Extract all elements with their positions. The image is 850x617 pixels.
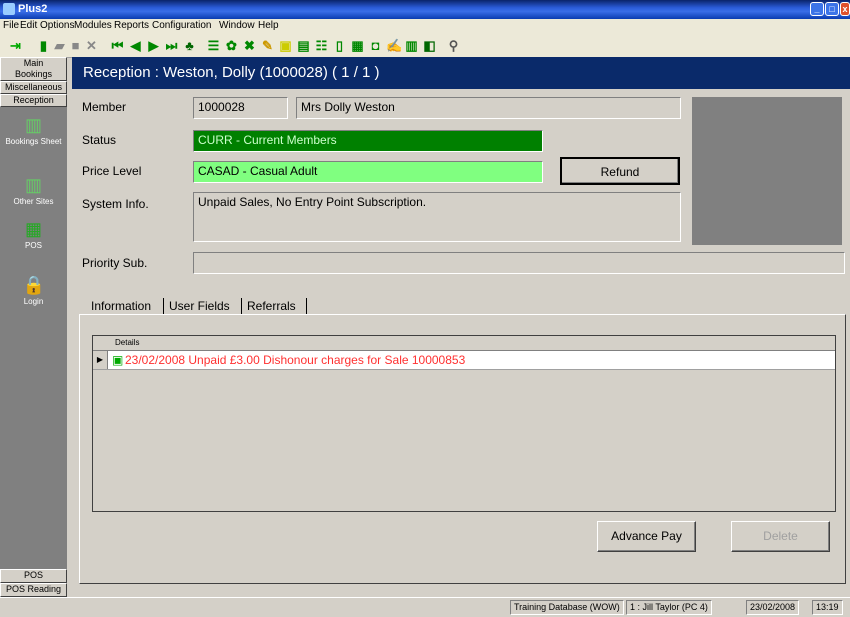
priority-sub-field[interactable]: [193, 252, 845, 274]
member-photo: [692, 97, 842, 245]
nav-reception[interactable]: Reception: [0, 94, 67, 107]
refund-button[interactable]: Refund: [560, 157, 680, 185]
nav-bookings-sheet[interactable]: ▥ Bookings Sheet: [0, 115, 67, 146]
nav-other-sites-label: Other Sites: [13, 197, 54, 206]
status-time: 13:19: [812, 600, 843, 615]
nav-bookings-sheet-label: Bookings Sheet: [5, 137, 62, 146]
menu-reports[interactable]: Reports: [114, 20, 149, 31]
members-icon[interactable]: ☰: [206, 38, 221, 53]
minimize-button[interactable]: _: [810, 2, 824, 16]
tab-separator: [163, 298, 164, 314]
table-row[interactable]: ▶ ▣ 23/02/2008 Unpaid £3.00 Dishonour ch…: [93, 351, 835, 370]
nav-main-bookings[interactable]: Main Bookings: [0, 57, 67, 81]
next-record-icon[interactable]: ▶: [146, 38, 161, 53]
maximize-button[interactable]: □: [825, 2, 839, 16]
member-name-field[interactable]: Mrs Dolly Weston: [296, 97, 681, 119]
link-icon[interactable]: ⚲: [446, 38, 461, 53]
card-icon[interactable]: ◘: [368, 38, 383, 53]
sale-icon: ▣: [112, 353, 124, 367]
row-details: 23/02/2008 Unpaid £3.00 Dishonour charge…: [125, 353, 466, 367]
chart-icon[interactable]: ▤: [296, 38, 311, 53]
menu-bar: File Edit Options Modules Reports Config…: [0, 19, 850, 34]
previous-record-icon[interactable]: ◀: [128, 38, 143, 53]
price-level-label: Price Level: [82, 164, 142, 178]
status-label: Status: [82, 133, 117, 147]
tab-information[interactable]: Information: [91, 296, 151, 316]
book-icon: ▥: [24, 115, 42, 135]
nav-pos[interactable]: ▦ POS: [0, 219, 67, 250]
nav-login-label: Login: [23, 297, 44, 306]
nav-miscellaneous[interactable]: Miscellaneous: [0, 81, 67, 94]
tab-separator: [306, 298, 307, 314]
close-button[interactable]: x: [840, 2, 850, 16]
page-header: Reception : Weston, Dolly (1000028) ( 1 …: [72, 57, 850, 89]
tab-separator: [241, 298, 242, 314]
grid-header: Details: [93, 336, 835, 351]
delete-icon[interactable]: ✕: [84, 38, 99, 53]
status-field[interactable]: CURR - Current Members: [193, 130, 543, 152]
app-icon: [3, 3, 15, 15]
status-database: Training Database (WOW): [510, 600, 624, 615]
stop-icon[interactable]: ■: [68, 38, 83, 53]
nav-pos-label: POS: [25, 241, 42, 250]
system-info-field: Unpaid Sales, No Entry Point Subscriptio…: [193, 192, 681, 242]
tools-icon[interactable]: ✎: [260, 38, 275, 53]
status-user: 1 : Jill Taylor (PC 4): [626, 600, 712, 615]
menu-help[interactable]: Help: [258, 20, 279, 31]
member-label: Member: [82, 100, 127, 114]
nav-main-label: Main: [23, 58, 44, 68]
cash-register-icon: ▦: [24, 219, 42, 239]
tab-user-fields[interactable]: User Fields: [169, 296, 230, 316]
open-icon[interactable]: ▰: [52, 38, 67, 53]
find-icon[interactable]: ♣: [182, 38, 197, 53]
details-grid: Details ▶ ▣ 23/02/2008 Unpaid £3.00 Dish…: [92, 335, 836, 512]
menu-edit[interactable]: Edit: [20, 20, 37, 31]
calendar-icon[interactable]: ▣: [278, 38, 293, 53]
new-icon[interactable]: ▮: [36, 38, 51, 53]
first-record-icon[interactable]: ⏮: [110, 38, 125, 53]
menu-file[interactable]: File: [3, 20, 19, 31]
left-navigation: Main Bookings Miscellaneous Reception ▥ …: [0, 57, 67, 597]
bookings-icon[interactable]: ✿: [224, 38, 239, 53]
priority-sub-label: Priority Sub.: [82, 256, 148, 270]
toolbar: ⇥ ▮ ▰ ■ ✕ ⏮ ◀ ▶ ⏭ ♣ ☰ ✿ ✖ ✎ ▣ ▤ ☷ ▯ ▦ ◘ …: [0, 34, 850, 58]
nav-bookings-label: Bookings: [14, 69, 53, 79]
padlock-icon: 🔒: [22, 275, 45, 295]
classes-icon[interactable]: ✖: [242, 38, 257, 53]
status-bar: Training Database (WOW) 1 : Jill Taylor …: [0, 597, 850, 617]
exit-icon[interactable]: ⇥: [8, 38, 23, 53]
pos-icon[interactable]: ▦: [350, 38, 365, 53]
menu-modules[interactable]: Modules: [74, 20, 112, 31]
nav-login[interactable]: 🔒 Login: [0, 275, 67, 306]
list-icon[interactable]: ☷: [314, 38, 329, 53]
nav-other-sites[interactable]: ▥ Other Sites: [0, 175, 67, 206]
menu-window[interactable]: Window: [219, 20, 255, 31]
nav-pos-reading[interactable]: POS Reading: [0, 583, 67, 597]
row-selector-icon[interactable]: ▶: [93, 351, 108, 369]
edit-icon[interactable]: ✍: [386, 38, 402, 53]
status-date: 23/02/2008: [746, 600, 800, 615]
report-icon[interactable]: ◧: [422, 38, 437, 53]
nav-pos-bottom[interactable]: POS: [0, 569, 67, 583]
refund-button-label: Refund: [600, 165, 640, 179]
page-title: Reception : Weston, Dolly (1000028) ( 1 …: [83, 64, 380, 81]
window-title: Plus2: [18, 3, 48, 15]
menu-options[interactable]: Options: [40, 20, 74, 31]
tab-referrals[interactable]: Referrals: [247, 296, 296, 316]
last-record-icon[interactable]: ⏭: [164, 38, 179, 53]
document-icon[interactable]: ▯: [332, 38, 347, 53]
system-info-label: System Info.: [82, 197, 149, 211]
menu-configuration[interactable]: Configuration: [152, 20, 211, 31]
advance-pay-button[interactable]: Advance Pay: [597, 521, 696, 552]
graph-icon[interactable]: ▥: [404, 38, 419, 53]
delete-button[interactable]: Delete: [731, 521, 830, 552]
book-icon: ▥: [24, 175, 42, 195]
details-column-header[interactable]: Details: [115, 338, 139, 347]
member-id-field[interactable]: 1000028: [193, 97, 288, 119]
price-level-field[interactable]: CASAD - Casual Adult: [193, 161, 543, 183]
title-bar: Plus2 _ □ x: [0, 0, 850, 19]
